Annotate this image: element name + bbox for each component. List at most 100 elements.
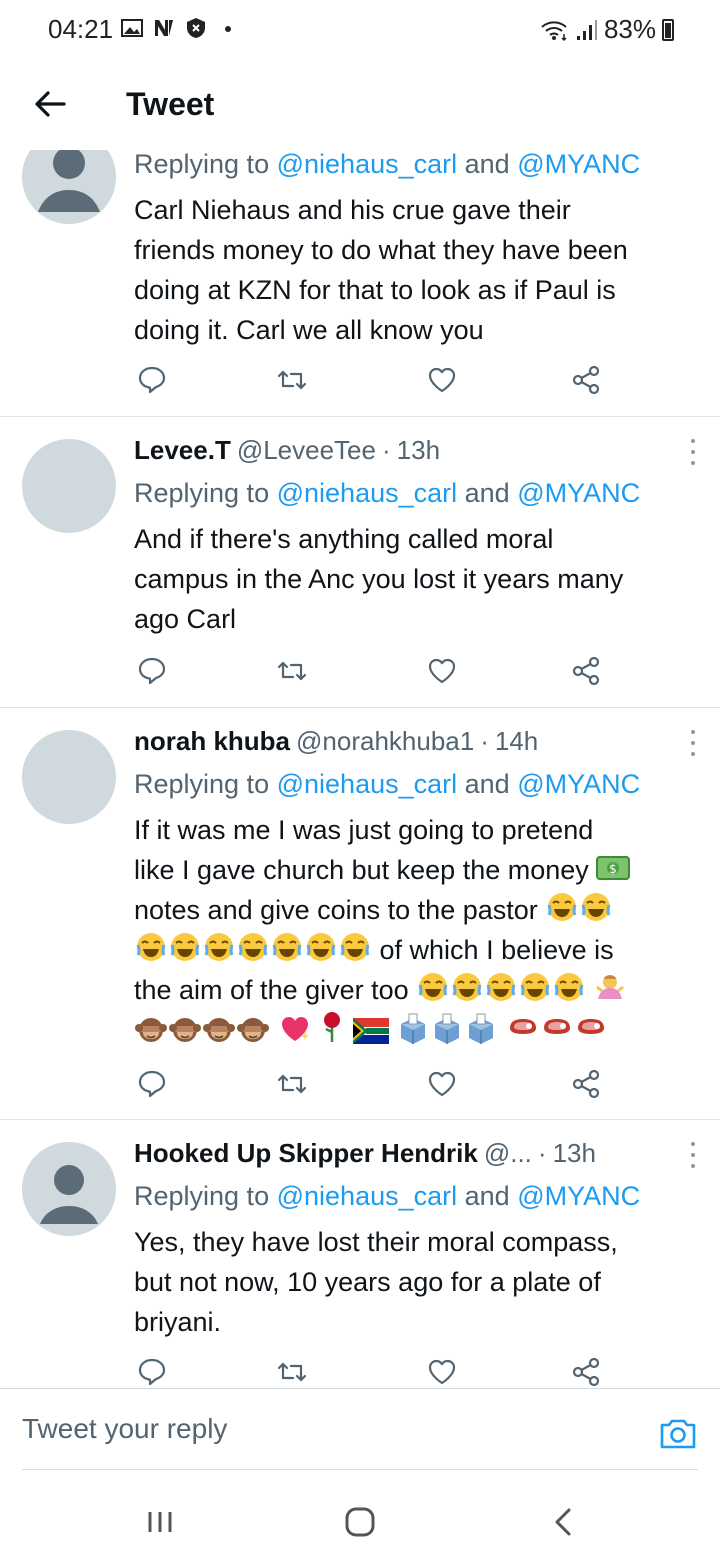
shrug-emoji-icon bbox=[595, 975, 624, 999]
display-name[interactable]: Hooked Up Skipper Hendrik bbox=[134, 1136, 478, 1170]
avatar[interactable] bbox=[22, 150, 116, 224]
camera-icon[interactable] bbox=[658, 1413, 698, 1453]
meat-icon bbox=[543, 1019, 570, 1034]
south-africa-flag-icon bbox=[352, 1018, 389, 1044]
laughing-emoji-icon bbox=[520, 973, 550, 1001]
mention-link[interactable]: @MYANC bbox=[517, 150, 640, 179]
avatar[interactable] bbox=[22, 1142, 116, 1236]
user-handle[interactable]: @... bbox=[484, 1136, 532, 1170]
mention-link[interactable]: @MYANC bbox=[517, 1181, 640, 1211]
divider bbox=[22, 1469, 698, 1470]
heart-icon[interactable] bbox=[426, 364, 458, 396]
tweet-header: norah khuba @norahkhuba1 · 14h bbox=[134, 724, 698, 758]
display-name[interactable]: Levee.T bbox=[134, 433, 231, 467]
laughing-emoji-icon bbox=[340, 933, 370, 961]
tweet-header: Levee.T @LeveeTee · 13h bbox=[134, 433, 698, 467]
shield-notification-icon bbox=[187, 18, 205, 38]
news-notification-icon bbox=[155, 20, 173, 36]
default-avatar-icon bbox=[22, 1142, 116, 1236]
retweet-icon[interactable] bbox=[276, 364, 308, 396]
separator-dot: · bbox=[381, 435, 391, 465]
retweet-icon[interactable] bbox=[276, 655, 308, 687]
page-title: Tweet bbox=[126, 86, 215, 122]
avatar[interactable] bbox=[22, 730, 116, 824]
display-name[interactable]: norah khuba bbox=[134, 724, 290, 758]
battery-percent: 83% bbox=[603, 14, 656, 44]
laughing-emoji-icon bbox=[238, 933, 268, 961]
replying-to: Replying to @niehaus_carl and @MYANC bbox=[134, 1181, 641, 1211]
tweet-item[interactable]: Hooked Up Skipper Hendrik @... · 13h Rep… bbox=[0, 1120, 720, 1388]
reply-icon[interactable] bbox=[136, 364, 168, 396]
back-nav-icon[interactable] bbox=[546, 1504, 582, 1540]
heart-icon[interactable] bbox=[426, 1356, 458, 1388]
more-options-icon[interactable] bbox=[688, 730, 698, 756]
replying-to: Replying to @niehaus_carl and @MYANC bbox=[134, 150, 641, 179]
retweet-icon[interactable] bbox=[276, 1068, 308, 1100]
laughing-emoji-icon bbox=[306, 933, 336, 961]
reply-icon[interactable] bbox=[136, 655, 168, 687]
meat-icon bbox=[506, 1016, 608, 1046]
mention-link[interactable]: @MYANC bbox=[517, 478, 640, 508]
tweet-item[interactable]: Levee.T @LeveeTee · 13h Replying to @nie… bbox=[0, 417, 720, 708]
separator-dot: · bbox=[537, 1138, 547, 1168]
laughing-emoji-icon bbox=[547, 893, 577, 921]
replying-to: Replying to @niehaus_carl and @MYANC bbox=[134, 769, 641, 799]
ballot-box-icon bbox=[401, 1013, 426, 1044]
wifi-icon bbox=[541, 20, 567, 41]
laughing-emoji-icon bbox=[581, 893, 611, 921]
share-icon[interactable] bbox=[570, 655, 602, 687]
notification-icons bbox=[120, 16, 240, 40]
mention-link[interactable]: @niehaus_carl bbox=[277, 769, 458, 799]
ballot-box-icon bbox=[469, 1013, 494, 1044]
reply-compose-bar[interactable]: Tweet your reply bbox=[0, 1388, 720, 1470]
see-no-evil-monkey-icon bbox=[169, 1018, 201, 1042]
share-icon[interactable] bbox=[570, 1356, 602, 1388]
reply-input[interactable]: Tweet your reply bbox=[22, 1413, 227, 1445]
heart-icon[interactable] bbox=[426, 1068, 458, 1100]
laughing-emoji-icon bbox=[452, 973, 482, 1001]
battery-icon bbox=[662, 18, 674, 41]
tweet-text: Carl Niehaus and his crue gave their fri… bbox=[134, 195, 628, 345]
home-icon[interactable] bbox=[342, 1504, 378, 1540]
tweet-text: And if there's anything called moral cam… bbox=[134, 524, 624, 634]
recent-apps-icon[interactable] bbox=[142, 1504, 178, 1540]
avatar[interactable] bbox=[22, 439, 116, 533]
tweet-item[interactable]: norah khuba @norahkhuba1 · 14h Replying … bbox=[0, 708, 720, 1120]
reply-feed[interactable]: Replying to @niehaus_carl and @MYANC Car… bbox=[0, 150, 720, 1388]
tweet-time: 14h bbox=[494, 726, 539, 756]
status-bar: 04:21 83% bbox=[0, 0, 720, 60]
mention-link[interactable]: @niehaus_carl bbox=[277, 478, 458, 508]
more-options-icon[interactable] bbox=[688, 1142, 698, 1168]
retweet-icon[interactable] bbox=[276, 1356, 308, 1388]
user-handle[interactable]: @norahkhuba1 bbox=[296, 724, 474, 758]
see-no-evil-monkey-icon bbox=[134, 1016, 270, 1046]
tweet-text: If it was me I was just going to pretend… bbox=[134, 810, 698, 1051]
reply-icon[interactable] bbox=[136, 1356, 168, 1388]
tweet-item[interactable]: Replying to @niehaus_carl and @MYANC Car… bbox=[0, 150, 720, 417]
mention-link[interactable]: @niehaus_carl bbox=[277, 150, 458, 179]
status-right: 83% bbox=[540, 14, 674, 45]
meat-icon bbox=[509, 1019, 536, 1034]
back-arrow-icon[interactable] bbox=[30, 84, 70, 124]
tweet-actions bbox=[134, 1068, 604, 1108]
reply-icon[interactable] bbox=[136, 1068, 168, 1100]
laughing-emoji-icon bbox=[170, 933, 200, 961]
tweet-text: Yes, they have lost their moral compass,… bbox=[134, 1227, 618, 1337]
share-icon[interactable] bbox=[570, 1068, 602, 1100]
user-handle[interactable]: @LeveeTee bbox=[237, 433, 376, 467]
more-options-icon[interactable] bbox=[688, 439, 698, 465]
see-no-evil-monkey-icon bbox=[203, 1018, 235, 1042]
status-time: 04:21 bbox=[48, 14, 114, 44]
heart-icon[interactable] bbox=[426, 655, 458, 687]
meat-icon bbox=[577, 1019, 604, 1034]
tweet-actions bbox=[134, 655, 604, 695]
share-icon[interactable] bbox=[570, 364, 602, 396]
mention-link[interactable]: @MYANC bbox=[517, 769, 640, 799]
laughing-emoji-icon bbox=[204, 933, 234, 961]
replying-to: Replying to @niehaus_carl and @MYANC bbox=[134, 478, 641, 508]
laughing-emoji-icon bbox=[416, 973, 586, 1005]
gallery-notification-icon bbox=[121, 19, 143, 37]
mention-link[interactable]: @niehaus_carl bbox=[277, 1181, 458, 1211]
svg-text:$: $ bbox=[609, 862, 617, 876]
money-emoji-icon: $ bbox=[596, 856, 631, 880]
